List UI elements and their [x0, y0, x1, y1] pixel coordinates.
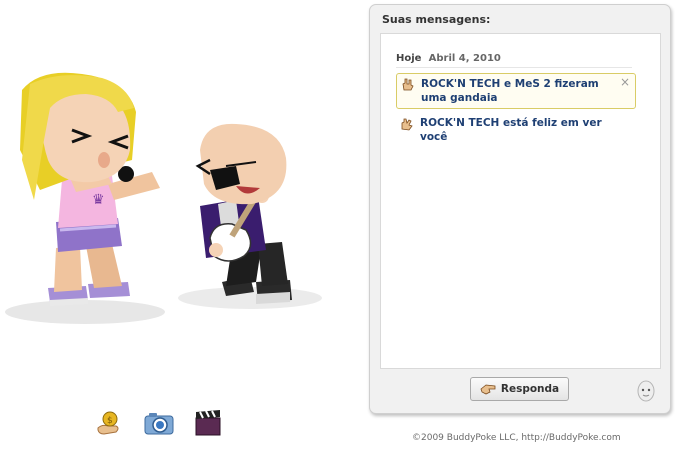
reply-label: Responda: [500, 383, 560, 395]
day-header: Hoje Abril 4, 2010: [396, 53, 632, 68]
buddypoke-app: ♛ $ Suas mensagens: Hoje Abril 4, 2010 R…: [0, 0, 675, 450]
message-link[interactable]: ROCK'N TECH está feliz em ver você: [396, 116, 636, 144]
svg-text:$: $: [107, 416, 113, 426]
bald-guitarist-avatar[interactable]: [195, 123, 292, 304]
messages-list: Hoje Abril 4, 2010 ROCK'N TECH e MeS 2 f…: [380, 33, 661, 369]
messages-panel: Suas mensagens: Hoje Abril 4, 2010 ROCK'…: [369, 4, 671, 414]
copyright-text: ©2009 BuddyPoke LLC, http://BuddyPoke.co…: [412, 433, 621, 443]
avatar-scene: ♛ $: [0, 0, 360, 450]
message-link[interactable]: ROCK'N TECH e MeS 2 fizeram uma gandaia: [397, 77, 635, 105]
rock-hand-icon: [401, 77, 415, 91]
message-item[interactable]: ROCK'N TECH está feliz em ver você: [396, 114, 636, 143]
wave-hand-icon: [400, 117, 414, 131]
svg-text:♛: ♛: [92, 192, 105, 208]
mini-avatar-icon[interactable]: [636, 379, 656, 405]
reply-button[interactable]: Responda: [470, 377, 569, 401]
pointing-hand-icon: [480, 383, 496, 395]
camera-icon[interactable]: [143, 408, 174, 438]
message-item[interactable]: ROCK'N TECH e MeS 2 fizeram uma gandaia …: [396, 73, 636, 109]
panel-title: Suas mensagens:: [382, 13, 491, 26]
day-label: Hoje: [396, 53, 422, 64]
blonde-singer-avatar[interactable]: ♛: [20, 72, 160, 306]
scene-illustration: ♛: [5, 72, 322, 324]
close-icon[interactable]: ×: [620, 75, 630, 89]
coin-hand-icon[interactable]: $: [94, 408, 124, 438]
clapperboard-icon[interactable]: [193, 408, 223, 438]
date-label: Abril 4, 2010: [428, 53, 501, 64]
